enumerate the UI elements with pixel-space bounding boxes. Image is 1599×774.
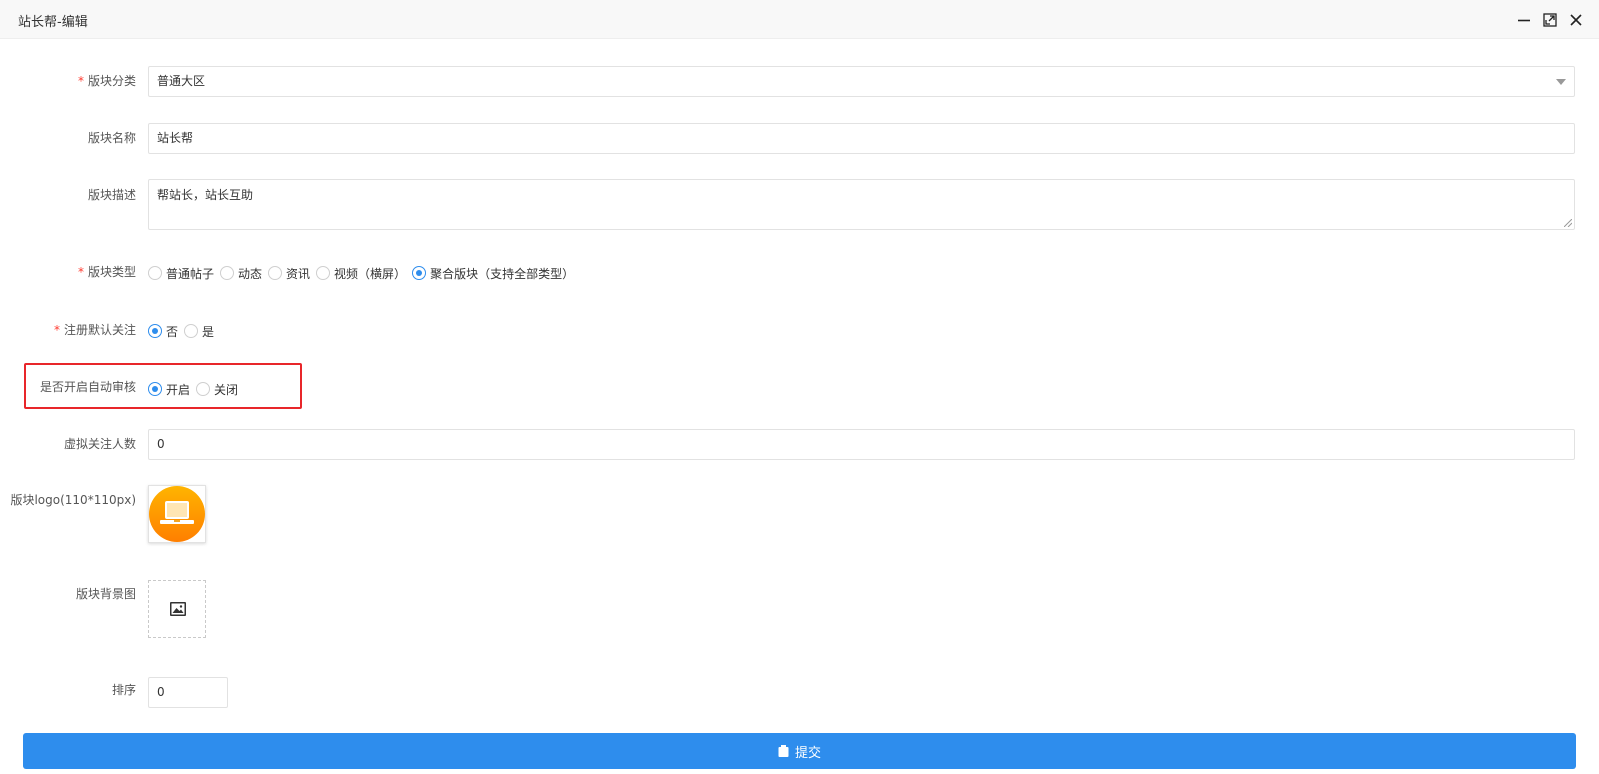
logo-upload[interactable] bbox=[148, 485, 206, 543]
name-input[interactable]: 站长帮 bbox=[148, 123, 1575, 154]
default-follow-radio-group: 否 是 bbox=[148, 322, 220, 340]
sort-input[interactable]: 0 bbox=[148, 677, 228, 708]
auto-review-option-selected[interactable]: 开启 bbox=[148, 381, 190, 398]
radio-circle bbox=[184, 324, 199, 338]
virtual-followers-label: 虚拟关注人数 bbox=[63, 437, 136, 451]
type-option[interactable]: 资讯 bbox=[268, 265, 310, 282]
category-label: * 版块分类 bbox=[77, 74, 136, 88]
close-icon[interactable] bbox=[1568, 12, 1584, 28]
default-follow-label: * 注册默认关注 bbox=[53, 323, 136, 337]
description-value: 帮站长，站长互助 bbox=[157, 188, 254, 202]
background-label: 版块背景图 bbox=[75, 587, 136, 601]
resize-grip-icon[interactable] bbox=[1564, 219, 1572, 227]
required-mark: * bbox=[53, 323, 60, 337]
type-option[interactable]: 普通帖子 bbox=[148, 265, 214, 282]
radio-circle bbox=[148, 266, 162, 280]
submit-button[interactable]: 提交 bbox=[23, 733, 1576, 769]
maximize-icon[interactable] bbox=[1542, 12, 1558, 28]
description-label: 版块描述 bbox=[87, 188, 136, 202]
category-value: 普通大区 bbox=[157, 74, 206, 88]
submit-label: 提交 bbox=[794, 745, 821, 761]
minimize-icon[interactable] bbox=[1516, 12, 1532, 28]
window-title: 站长帮-编辑 bbox=[18, 15, 88, 30]
radio-circle-checked bbox=[148, 324, 162, 338]
radio-circle bbox=[316, 266, 331, 280]
category-select[interactable]: 普通大区 bbox=[148, 66, 1575, 97]
logo-label: 版块logo(110*110px) bbox=[10, 493, 136, 507]
save-icon bbox=[778, 745, 789, 757]
radio-circle bbox=[268, 266, 283, 280]
name-value: 站长帮 bbox=[157, 131, 194, 145]
radio-circle bbox=[220, 266, 235, 280]
auto-review-radio-group: 开启 关闭 bbox=[148, 380, 244, 398]
type-option-selected[interactable]: 聚合版块（支持全部类型） bbox=[412, 265, 574, 282]
type-option[interactable]: 视频（横屏） bbox=[316, 265, 406, 282]
radio-circle-checked bbox=[412, 266, 427, 280]
default-follow-option-selected[interactable]: 否 bbox=[148, 323, 178, 340]
radio-circle bbox=[196, 382, 211, 396]
virtual-followers-value: 0 bbox=[157, 437, 165, 451]
laptop-logo-icon bbox=[149, 486, 205, 542]
radio-circle-checked bbox=[148, 382, 162, 396]
type-radio-group: 普通帖子 动态 资讯 视频（横屏） 聚合版块（支持全部类型） bbox=[148, 264, 580, 282]
sort-value: 0 bbox=[157, 685, 165, 699]
chevron-down-icon bbox=[1556, 79, 1566, 85]
name-label: 版块名称 bbox=[87, 131, 136, 145]
type-label: * 版块类型 bbox=[77, 265, 136, 279]
required-mark: * bbox=[77, 265, 84, 279]
window-titlebar: 站长帮-编辑 bbox=[0, 0, 1599, 39]
sort-label: 排序 bbox=[111, 683, 136, 697]
default-follow-option[interactable]: 是 bbox=[184, 323, 214, 340]
image-placeholder-icon bbox=[170, 602, 186, 616]
description-textarea[interactable]: 帮站长，站长互助 bbox=[148, 179, 1575, 230]
required-mark: * bbox=[77, 74, 84, 88]
auto-review-option[interactable]: 关闭 bbox=[196, 381, 238, 398]
type-option[interactable]: 动态 bbox=[220, 265, 262, 282]
auto-review-label: 是否开启自动审核 bbox=[39, 380, 136, 394]
virtual-followers-input[interactable]: 0 bbox=[148, 429, 1575, 460]
background-upload[interactable] bbox=[148, 580, 206, 638]
